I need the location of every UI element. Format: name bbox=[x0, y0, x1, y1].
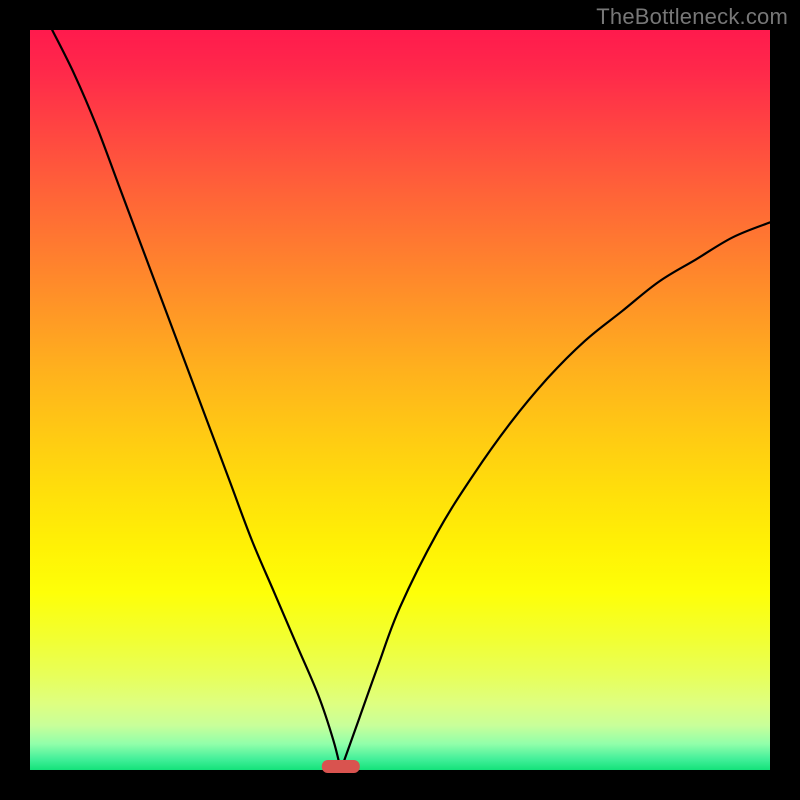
bottleneck-chart bbox=[0, 0, 800, 800]
chart-frame: TheBottleneck.com bbox=[0, 0, 800, 800]
watermark-text: TheBottleneck.com bbox=[596, 4, 788, 30]
bottleneck-marker bbox=[322, 760, 360, 773]
plot-background bbox=[30, 30, 770, 770]
